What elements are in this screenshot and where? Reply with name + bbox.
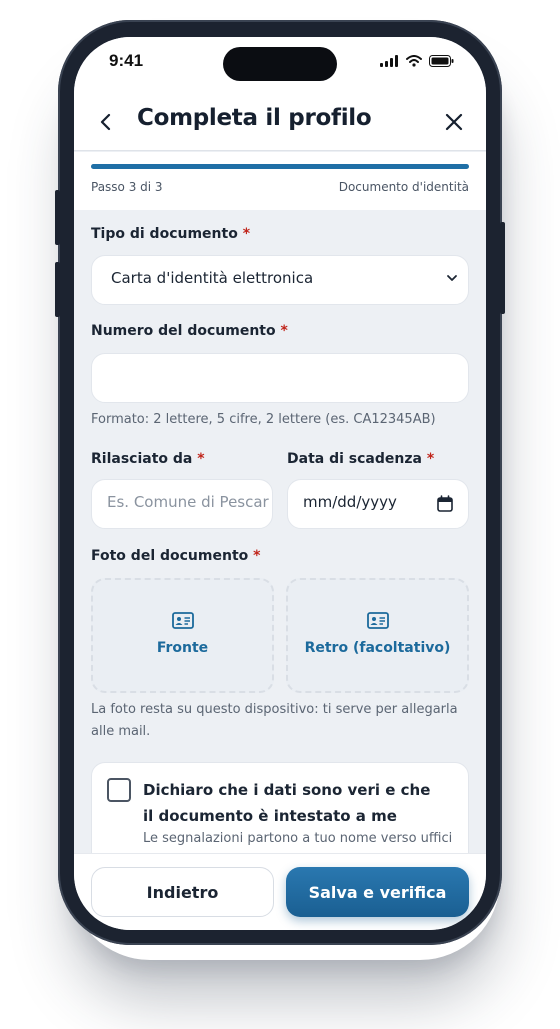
volume-down-button: [55, 262, 60, 317]
chevron-left-icon: [100, 113, 111, 131]
chevron-down-icon: [447, 275, 457, 281]
progress-fill: [91, 164, 469, 169]
id-card-icon: [171, 612, 194, 629]
document-type-value: Carta d'identità elettronica: [111, 269, 314, 287]
wifi-icon: [406, 55, 422, 67]
document-photo-label: Foto del documento *: [91, 548, 260, 564]
issued-by-label-text: Rilasciato da: [91, 451, 193, 467]
status-time: 9:41: [109, 51, 144, 70]
app-screen: 9:41 Completa il profilo Passo 3 di 3 Do…: [74, 37, 486, 930]
page-title: Completa il profilo: [137, 105, 372, 131]
app-header: Completa il profilo: [74, 93, 486, 151]
document-type-label: Tipo di documento *: [91, 226, 250, 242]
upload-back-button[interactable]: Retro (facoltativo): [286, 578, 469, 693]
battery-icon: [429, 55, 454, 67]
save-verify-button[interactable]: Salva e verifica: [286, 867, 469, 917]
document-type-select[interactable]: Carta d'identità elettronica: [91, 255, 469, 305]
expiry-date-input[interactable]: mm/dd/yyyy: [287, 479, 469, 529]
back-button[interactable]: [96, 109, 116, 135]
issued-by-input[interactable]: Es. Comune di Pescar: [91, 479, 273, 529]
upload-front-button[interactable]: Fronte: [91, 578, 274, 693]
upload-back-label: Retro (facoltativo): [304, 640, 451, 656]
volume-up-button: [55, 190, 60, 245]
progress-section: Passo 3 di 3 Documento d'identità: [74, 152, 486, 210]
back-action-button[interactable]: Indietro: [91, 867, 274, 917]
step-name: Documento d'identità: [338, 180, 469, 194]
upload-front-label: Fronte: [156, 640, 209, 656]
required-marker: *: [197, 451, 205, 467]
consent-title: Dichiaro che i dati sono veri e che il d…: [143, 781, 431, 825]
close-icon: [445, 113, 463, 131]
progress-bar: [91, 164, 469, 169]
consent-subtitle: Le segnalazioni partono a tuo nome verso…: [143, 831, 453, 846]
document-number-hint: Formato: 2 lettere, 5 cifre, 2 lettere (…: [91, 412, 436, 427]
required-marker: *: [242, 226, 251, 242]
dynamic-island: [223, 47, 337, 81]
expiry-date-placeholder: mm/dd/yyyy: [303, 493, 397, 511]
required-marker: *: [426, 451, 435, 467]
document-number-label: Numero del documento *: [91, 323, 288, 339]
expiry-date-label-text: Data di scadenza: [287, 451, 422, 467]
consent-checkbox[interactable]: [107, 778, 131, 802]
document-photo-label-text: Foto del documento: [91, 548, 249, 564]
document-number-input[interactable]: [91, 353, 469, 403]
signal-icon: [380, 55, 398, 67]
status-icons: [380, 55, 454, 67]
required-marker: *: [280, 323, 288, 339]
step-counter: Passo 3 di 3: [91, 180, 163, 194]
required-marker: *: [253, 548, 261, 564]
photo-hint: La foto resta su questo dispositivo: ti …: [91, 702, 458, 739]
status-bar: 9:41: [74, 37, 486, 93]
issued-by-placeholder: Es. Comune di Pescar: [107, 493, 269, 511]
power-button: [500, 222, 505, 314]
issued-by-label: Rilasciato da *: [91, 451, 205, 467]
expiry-date-label: Data di scadenza *: [287, 451, 434, 467]
close-button[interactable]: [442, 110, 466, 134]
calendar-icon[interactable]: [437, 495, 453, 512]
document-number-label-text: Numero del documento: [91, 323, 276, 339]
document-type-label-text: Tipo di documento: [91, 226, 238, 242]
bottom-action-bar: Indietro Salva e verifica: [74, 853, 486, 930]
id-card-icon: [366, 612, 389, 629]
